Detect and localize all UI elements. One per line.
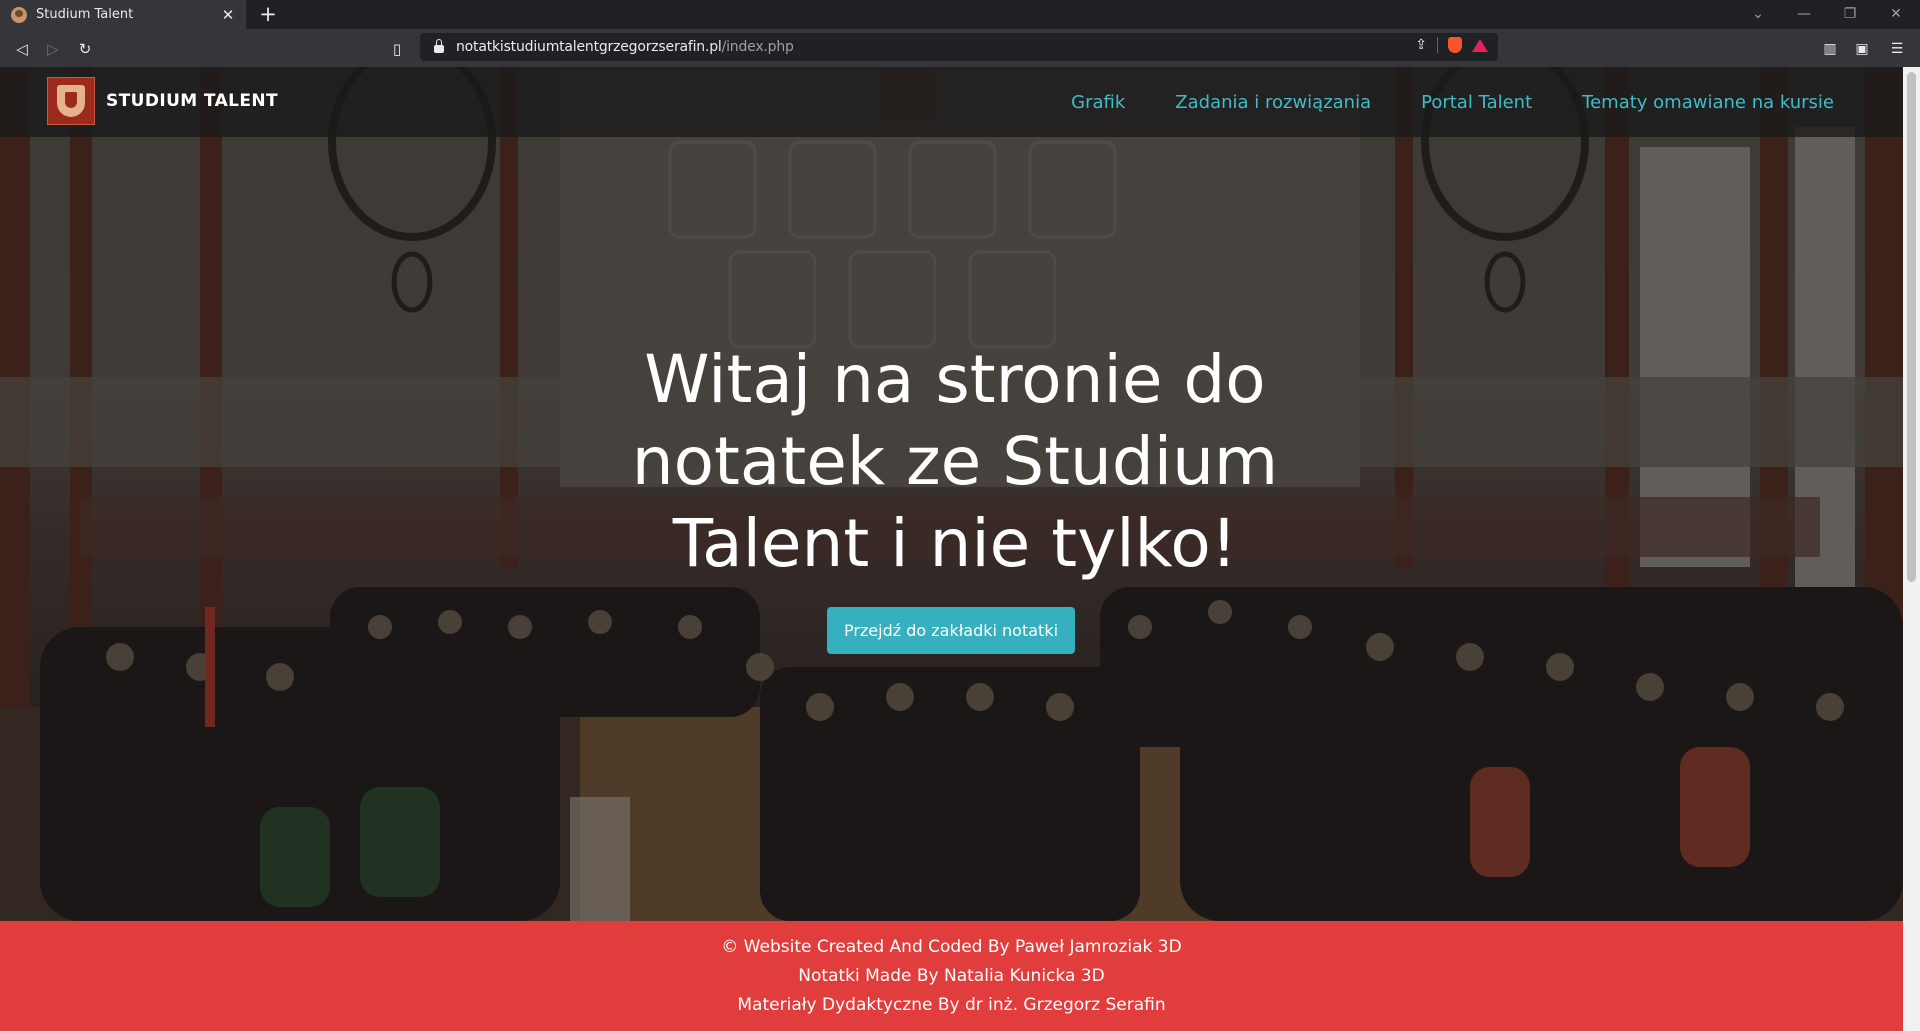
sidebar-icon[interactable]: ▥ xyxy=(1818,37,1842,61)
go-to-notes-button[interactable]: Przejdź do zakładki notatki xyxy=(827,607,1075,654)
footer-line-notes: Notatki Made By Natalia Kunicka 3D xyxy=(798,966,1105,986)
footer-line-materials: Materiały Dydaktyczne By dr inż. Grzegor… xyxy=(737,995,1166,1015)
brave-shield-icon[interactable] xyxy=(1448,37,1462,53)
wallet-icon[interactable]: ▣ xyxy=(1850,37,1874,61)
footer-credits: © Website Created And Coded By Paweł Jam… xyxy=(0,921,1903,1020)
share-icon[interactable]: ⇪ xyxy=(1415,37,1427,53)
scrollbar-thumb[interactable] xyxy=(1907,72,1916,582)
footer-line-website: © Website Created And Coded By Paweł Jam… xyxy=(721,937,1182,957)
shield-emblem xyxy=(57,85,85,117)
page-scrollbar[interactable] xyxy=(1903,67,1920,1031)
url-path: /index.php xyxy=(721,39,794,55)
rewards-icon[interactable] xyxy=(1472,38,1488,52)
url-host: notatkistudiumtalentgrzegorzserafin.pl xyxy=(456,39,722,55)
favicon-icon xyxy=(11,6,27,23)
browser-toolbar: ◁ ▷ ↻ ▯ notatkistudiumtalentgrzegorzsera… xyxy=(0,29,1920,67)
nav-link-portal-talent[interactable]: Portal Talent xyxy=(1421,92,1532,113)
menu-icon[interactable]: ☰ xyxy=(1885,37,1909,61)
bookmark-icon[interactable]: ▯ xyxy=(385,37,409,61)
address-bar[interactable]: notatkistudiumtalentgrzegorzserafin.pl/i… xyxy=(420,33,1498,61)
lock-icon xyxy=(434,39,444,53)
url-text[interactable]: notatkistudiumtalentgrzegorzserafin.pl/i… xyxy=(456,39,794,55)
forward-arrow-icon[interactable]: ▷ xyxy=(41,37,65,61)
window-close-icon[interactable]: ✕ xyxy=(1876,4,1916,24)
brand-name: STUDIUM TALENT xyxy=(106,91,279,111)
new-tab-button[interactable]: + xyxy=(256,3,280,27)
browser-tab-bar: Studium Talent ✕ + ⌄ — ❐ ✕ xyxy=(0,0,1920,29)
minimize-icon[interactable]: — xyxy=(1784,4,1824,24)
address-bar-actions: ⇪ xyxy=(1415,37,1488,53)
back-arrow-icon[interactable]: ◁ xyxy=(10,37,34,61)
page-viewport: STUDIUM TALENT Grafik Zadania i rozwiąza… xyxy=(0,67,1903,1031)
nav-link-grafik[interactable]: Grafik xyxy=(1071,92,1125,113)
site-footer: © Website Created And Coded By Paweł Jam… xyxy=(0,921,1903,1031)
nav-menu: Grafik Zadania i rozwiązania Portal Tale… xyxy=(1071,67,1834,137)
close-tab-icon[interactable]: ✕ xyxy=(218,5,238,25)
tab-search-icon[interactable]: ⌄ xyxy=(1738,4,1778,24)
reload-icon[interactable]: ↻ xyxy=(73,37,97,61)
nav-link-tematy[interactable]: Tematy omawiane na kursie xyxy=(1582,92,1834,113)
hero-section: STUDIUM TALENT Grafik Zadania i rozwiąza… xyxy=(0,67,1903,921)
site-navbar: STUDIUM TALENT Grafik Zadania i rozwiąza… xyxy=(0,67,1903,137)
studium-talent-logo-icon xyxy=(47,77,95,125)
restore-icon[interactable]: ❐ xyxy=(1830,4,1870,24)
divider xyxy=(1437,37,1438,53)
tab-title: Studium Talent xyxy=(36,7,134,22)
hero-content: Witaj na stronie do notatek ze Studium T… xyxy=(0,67,1903,921)
brand[interactable]: STUDIUM TALENT xyxy=(47,77,278,125)
browser-tab[interactable]: Studium Talent ✕ xyxy=(0,0,246,29)
hero-title: Witaj na stronie do notatek ze Studium T… xyxy=(631,341,1279,582)
nav-link-zadania[interactable]: Zadania i rozwiązania xyxy=(1175,92,1371,113)
